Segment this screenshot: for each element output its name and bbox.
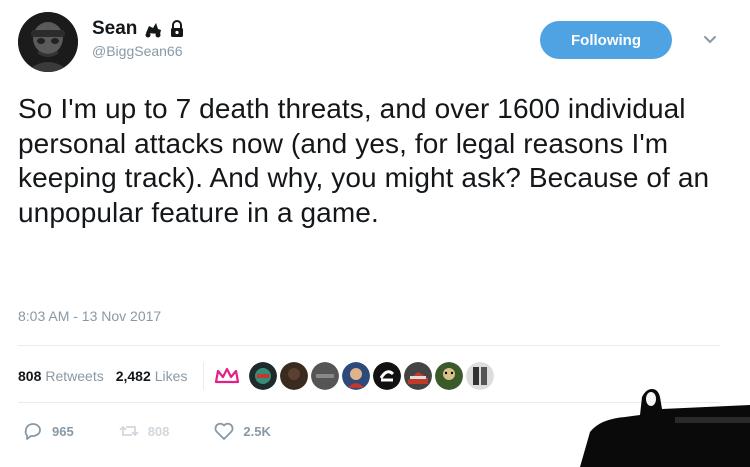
retweet-icon <box>119 425 139 437</box>
retweet-count: 808 <box>147 423 170 439</box>
heart-icon <box>214 422 234 440</box>
retweets-count: 808 <box>18 368 42 384</box>
lock-icon <box>171 20 184 37</box>
kart-icon <box>145 23 162 38</box>
likes-count: 2,482 <box>115 368 151 384</box>
tweet-text: So I'm up to 7 death threats, and over 1… <box>18 93 710 228</box>
tweet-card: Sean @BiggSean66 Following So I'm up to … <box>0 0 750 467</box>
liker-avatar-6[interactable] <box>404 362 433 390</box>
retweets-stat[interactable]: 808 Retweets <box>18 368 104 384</box>
reply-icon <box>24 423 41 440</box>
user-avatar[interactable] <box>18 12 78 72</box>
name-block: Sean @BiggSean66 <box>92 18 185 59</box>
retweets-label: Retweets <box>45 368 104 384</box>
liker-avatar-1[interactable] <box>249 362 278 390</box>
stats-separator <box>203 362 205 390</box>
following-button[interactable]: Following <box>540 21 672 59</box>
likes-stat[interactable]: 2,482 Likes <box>116 368 188 384</box>
engagement-stats: 808 Retweets 2,482 Likes <box>18 358 495 394</box>
crown-icon[interactable] <box>214 366 240 386</box>
divider <box>18 345 720 346</box>
display-name[interactable]: Sean <box>92 18 185 40</box>
liker-avatar-4[interactable] <box>342 362 371 390</box>
like-count: 2.5K <box>243 423 271 439</box>
display-name-text[interactable]: Sean <box>92 18 137 40</box>
retweet-button[interactable]: 808 <box>118 420 170 442</box>
reply-button[interactable]: 965 <box>22 420 74 442</box>
user-handle[interactable]: @BiggSean66 <box>92 43 185 59</box>
liker-avatar-8[interactable] <box>466 362 495 390</box>
gun-silhouette-icon <box>580 389 750 467</box>
avatar-portrait-icon <box>18 12 78 72</box>
chevron-down-icon[interactable] <box>702 32 718 48</box>
tweet-actions: 965 808 2.5K <box>22 420 315 442</box>
liker-avatar-2[interactable] <box>280 362 309 390</box>
tweet-header: Sean @BiggSean66 Following <box>14 8 732 72</box>
reply-count: 965 <box>52 423 74 439</box>
likers-avatars <box>214 362 495 390</box>
liker-avatar-3[interactable] <box>311 362 340 390</box>
liker-avatar-7[interactable] <box>435 362 464 390</box>
liker-avatar-5[interactable] <box>373 362 402 390</box>
like-button[interactable]: 2.5K <box>213 420 271 442</box>
tweet-timestamp[interactable]: 8:03 AM - 13 Nov 2017 <box>18 308 161 324</box>
likes-label: Likes <box>154 368 188 384</box>
